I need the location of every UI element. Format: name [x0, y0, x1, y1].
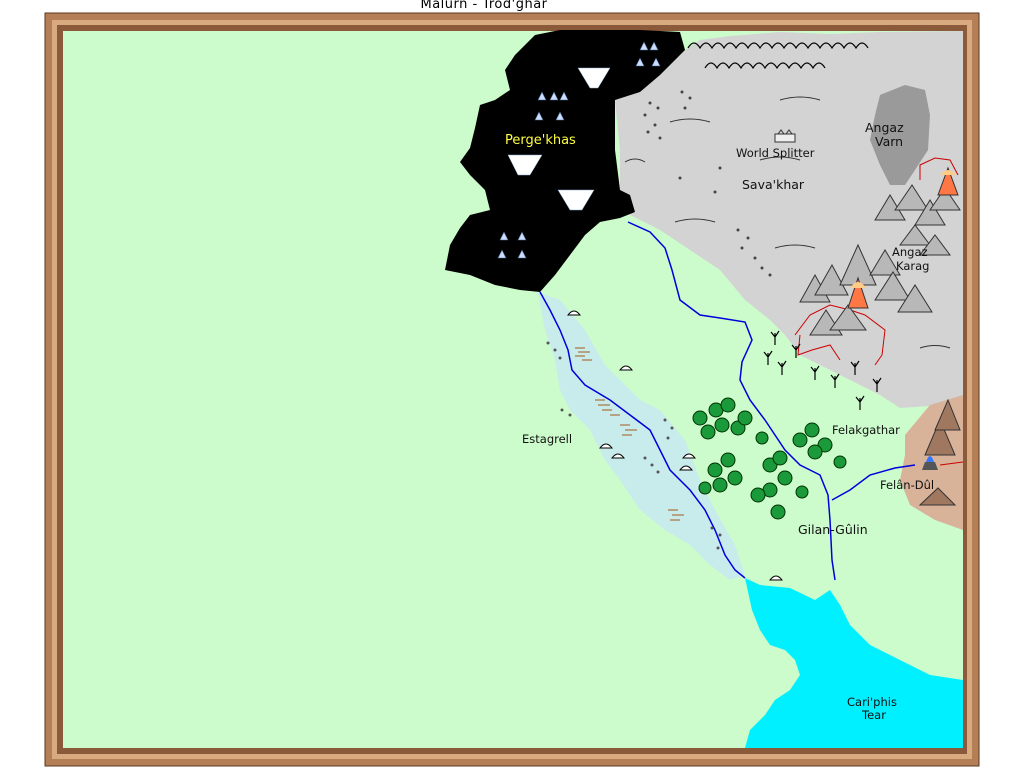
label-felan-dul: Felân-Dûl: [880, 478, 934, 492]
label-gilan-gulin: Gilan-Gûlin: [798, 522, 868, 537]
world-map[interactable]: Perge'khas World Splitter Sava'khar Anga…: [0, 0, 1024, 768]
label-perge-khas: Perge'khas: [505, 133, 576, 148]
label-angaz-varn-line1: Angaz: [865, 120, 904, 135]
label-sava-khar: Sava'khar: [742, 177, 805, 192]
label-world-splitter: World Splitter: [736, 146, 815, 160]
label-estagrell: Estagrell: [522, 432, 572, 446]
label-felakgathar: Felakgathar: [832, 423, 900, 437]
label-cariphis-line1: Cari'phis: [847, 695, 897, 709]
label-angaz-karag-line1: Angaz: [892, 245, 928, 259]
label-angaz-varn-line2: Varn: [875, 134, 903, 149]
label-cariphis-line2: Tear: [861, 708, 886, 722]
label-angaz-karag-line2: Karag: [896, 259, 929, 273]
